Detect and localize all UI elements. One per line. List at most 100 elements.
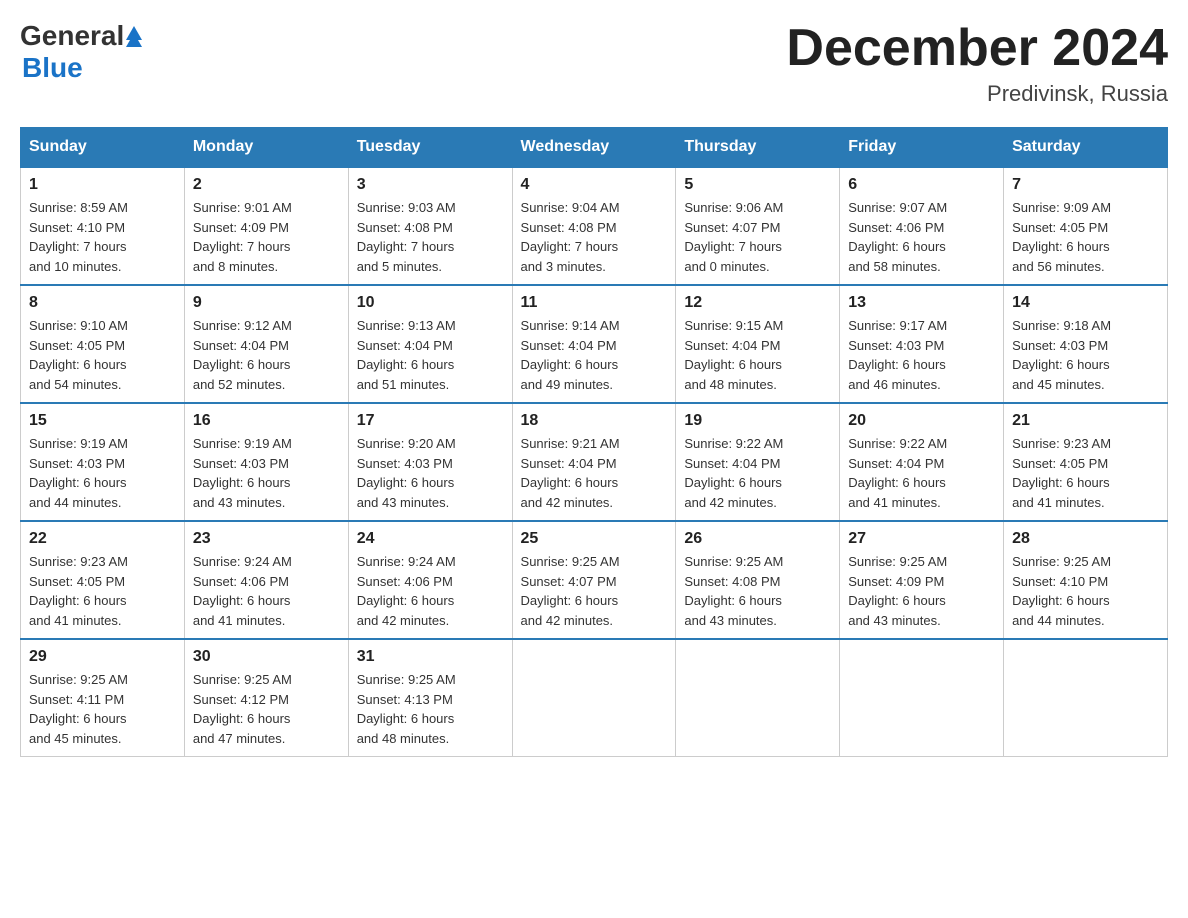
calendar-cell: 9 Sunrise: 9:12 AMSunset: 4:04 PMDaylight… — [184, 285, 348, 403]
day-number: 2 — [193, 176, 340, 194]
calendar-header-saturday: Saturday — [1004, 128, 1168, 168]
page-header: General Blue December 2024 Predivinsk, R… — [20, 20, 1168, 107]
day-info: Sunrise: 9:17 AMSunset: 4:03 PMDaylight:… — [848, 316, 995, 394]
calendar-cell — [512, 639, 676, 757]
logo-blue-text: Blue — [22, 52, 83, 84]
calendar-header-thursday: Thursday — [676, 128, 840, 168]
day-info: Sunrise: 9:23 AMSunset: 4:05 PMDaylight:… — [1012, 434, 1159, 512]
day-info: Sunrise: 9:22 AMSunset: 4:04 PMDaylight:… — [848, 434, 995, 512]
calendar-week-row: 1 Sunrise: 8:59 AMSunset: 4:10 PMDaylight… — [21, 167, 1168, 285]
calendar-cell: 15 Sunrise: 9:19 AMSunset: 4:03 PMDayligh… — [21, 403, 185, 521]
calendar-cell: 22 Sunrise: 9:23 AMSunset: 4:05 PMDayligh… — [21, 521, 185, 639]
day-number: 21 — [1012, 412, 1159, 430]
day-number: 25 — [521, 530, 668, 548]
day-info: Sunrise: 9:14 AMSunset: 4:04 PMDaylight:… — [521, 316, 668, 394]
day-info: Sunrise: 9:19 AMSunset: 4:03 PMDaylight:… — [193, 434, 340, 512]
calendar-cell: 6 Sunrise: 9:07 AMSunset: 4:06 PMDaylight… — [840, 167, 1004, 285]
calendar-header-tuesday: Tuesday — [348, 128, 512, 168]
day-number: 7 — [1012, 176, 1159, 194]
day-number: 10 — [357, 294, 504, 312]
calendar-cell: 26 Sunrise: 9:25 AMSunset: 4:08 PMDayligh… — [676, 521, 840, 639]
calendar-cell: 7 Sunrise: 9:09 AMSunset: 4:05 PMDaylight… — [1004, 167, 1168, 285]
logo: General Blue — [20, 20, 142, 84]
day-info: Sunrise: 9:25 AMSunset: 4:09 PMDaylight:… — [848, 552, 995, 630]
calendar-cell: 30Sunrise: 9:25 AMSunset: 4:12 PMDayligh… — [184, 639, 348, 757]
day-info: Sunrise: 9:25 AMSunset: 4:13 PMDaylight:… — [357, 670, 504, 748]
month-title: December 2024 — [786, 20, 1168, 77]
day-info: Sunrise: 9:21 AMSunset: 4:04 PMDaylight:… — [521, 434, 668, 512]
day-info: Sunrise: 9:25 AMSunset: 4:08 PMDaylight:… — [684, 552, 831, 630]
day-info: Sunrise: 9:19 AMSunset: 4:03 PMDaylight:… — [29, 434, 176, 512]
calendar-cell: 21 Sunrise: 9:23 AMSunset: 4:05 PMDayligh… — [1004, 403, 1168, 521]
day-number: 11 — [521, 294, 668, 312]
calendar-header-row: SundayMondayTuesdayWednesdayThursdayFrid… — [21, 128, 1168, 168]
calendar-week-row: 22 Sunrise: 9:23 AMSunset: 4:05 PMDayligh… — [21, 521, 1168, 639]
day-number: 5 — [684, 176, 831, 194]
day-info: Sunrise: 9:25 AMSunset: 4:07 PMDaylight:… — [521, 552, 668, 630]
calendar-cell: 8Sunrise: 9:10 AMSunset: 4:05 PMDaylight… — [21, 285, 185, 403]
day-number: 20 — [848, 412, 995, 430]
calendar-cell: 4 Sunrise: 9:04 AMSunset: 4:08 PMDaylight… — [512, 167, 676, 285]
calendar-cell: 12 Sunrise: 9:15 AMSunset: 4:04 PMDayligh… — [676, 285, 840, 403]
title-area: December 2024 Predivinsk, Russia — [786, 20, 1168, 107]
day-number: 18 — [521, 412, 668, 430]
day-number: 9 — [193, 294, 340, 312]
day-number: 31 — [357, 648, 504, 666]
day-number: 15 — [29, 412, 176, 430]
day-number: 4 — [521, 176, 668, 194]
day-number: 22 — [29, 530, 176, 548]
day-info: Sunrise: 9:01 AMSunset: 4:09 PMDaylight:… — [193, 198, 340, 276]
calendar-cell: 20 Sunrise: 9:22 AMSunset: 4:04 PMDayligh… — [840, 403, 1004, 521]
day-number: 13 — [848, 294, 995, 312]
day-number: 6 — [848, 176, 995, 194]
calendar-header-sunday: Sunday — [21, 128, 185, 168]
day-number: 16 — [193, 412, 340, 430]
calendar-cell: 18 Sunrise: 9:21 AMSunset: 4:04 PMDayligh… — [512, 403, 676, 521]
day-number: 3 — [357, 176, 504, 194]
calendar-header-wednesday: Wednesday — [512, 128, 676, 168]
calendar-week-row: 8Sunrise: 9:10 AMSunset: 4:05 PMDaylight… — [21, 285, 1168, 403]
calendar-header-friday: Friday — [840, 128, 1004, 168]
day-number: 1 — [29, 176, 176, 194]
day-info: Sunrise: 9:13 AMSunset: 4:04 PMDaylight:… — [357, 316, 504, 394]
day-number: 24 — [357, 530, 504, 548]
calendar-week-row: 29 Sunrise: 9:25 AMSunset: 4:11 PMDayligh… — [21, 639, 1168, 757]
day-info: Sunrise: 9:12 AMSunset: 4:04 PMDaylight:… — [193, 316, 340, 394]
day-number: 17 — [357, 412, 504, 430]
day-info: Sunrise: 9:25 AMSunset: 4:11 PMDaylight:… — [29, 670, 176, 748]
calendar-cell: 28 Sunrise: 9:25 AMSunset: 4:10 PMDayligh… — [1004, 521, 1168, 639]
day-info: Sunrise: 9:09 AMSunset: 4:05 PMDaylight:… — [1012, 198, 1159, 276]
day-number: 23 — [193, 530, 340, 548]
day-info: Sunrise: 9:15 AMSunset: 4:04 PMDaylight:… — [684, 316, 831, 394]
day-info: Sunrise: 9:07 AMSunset: 4:06 PMDaylight:… — [848, 198, 995, 276]
calendar-cell: 10 Sunrise: 9:13 AMSunset: 4:04 PMDayligh… — [348, 285, 512, 403]
calendar-cell: 11 Sunrise: 9:14 AMSunset: 4:04 PMDayligh… — [512, 285, 676, 403]
day-number: 12 — [684, 294, 831, 312]
calendar-week-row: 15 Sunrise: 9:19 AMSunset: 4:03 PMDayligh… — [21, 403, 1168, 521]
logo-general-text: General — [20, 20, 124, 52]
day-info: Sunrise: 9:23 AMSunset: 4:05 PMDaylight:… — [29, 552, 176, 630]
calendar-cell: 1 Sunrise: 8:59 AMSunset: 4:10 PMDaylight… — [21, 167, 185, 285]
day-info: Sunrise: 9:20 AMSunset: 4:03 PMDaylight:… — [357, 434, 504, 512]
day-info: Sunrise: 8:59 AMSunset: 4:10 PMDaylight:… — [29, 198, 176, 276]
day-number: 26 — [684, 530, 831, 548]
day-info: Sunrise: 9:10 AMSunset: 4:05 PMDaylight:… — [29, 316, 176, 394]
calendar-cell: 2 Sunrise: 9:01 AMSunset: 4:09 PMDaylight… — [184, 167, 348, 285]
location: Predivinsk, Russia — [786, 81, 1168, 107]
calendar-cell: 27 Sunrise: 9:25 AMSunset: 4:09 PMDayligh… — [840, 521, 1004, 639]
calendar-cell — [676, 639, 840, 757]
day-info: Sunrise: 9:24 AMSunset: 4:06 PMDaylight:… — [357, 552, 504, 630]
calendar-cell — [840, 639, 1004, 757]
day-number: 28 — [1012, 530, 1159, 548]
calendar-table: SundayMondayTuesdayWednesdayThursdayFrid… — [20, 127, 1168, 757]
day-number: 29 — [29, 648, 176, 666]
day-number: 27 — [848, 530, 995, 548]
calendar-cell: 23Sunrise: 9:24 AMSunset: 4:06 PMDayligh… — [184, 521, 348, 639]
day-info: Sunrise: 9:25 AMSunset: 4:10 PMDaylight:… — [1012, 552, 1159, 630]
day-info: Sunrise: 9:22 AMSunset: 4:04 PMDaylight:… — [684, 434, 831, 512]
day-number: 14 — [1012, 294, 1159, 312]
day-info: Sunrise: 9:06 AMSunset: 4:07 PMDaylight:… — [684, 198, 831, 276]
day-info: Sunrise: 9:04 AMSunset: 4:08 PMDaylight:… — [521, 198, 668, 276]
day-info: Sunrise: 9:18 AMSunset: 4:03 PMDaylight:… — [1012, 316, 1159, 394]
day-number: 19 — [684, 412, 831, 430]
